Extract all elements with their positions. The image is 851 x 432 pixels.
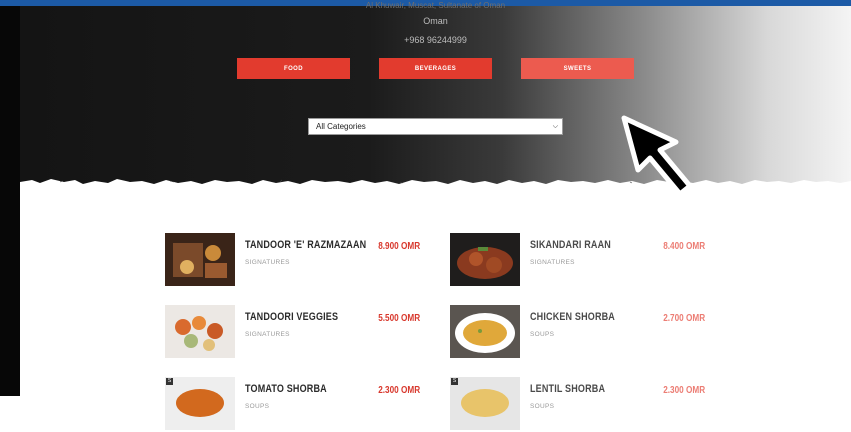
dish-category: SIGNATURES [245,259,290,266]
menu-item[interactable]: TANDOORI VEGGIES SIGNATURES 5.500 OMR [165,305,435,360]
dish-name: SIKANDARI RAAN [530,239,611,251]
dish-category: SIGNATURES [245,331,290,338]
arrow-cursor-icon [621,115,693,197]
left-edge-bar [0,6,20,396]
sweets-category-button[interactable]: SWEETS [521,58,634,79]
dish-category: SOUPS [245,403,270,410]
dish-category: SIGNATURES [530,259,575,266]
address-text: Al Khuwair, Muscat, Sultanate of Oman [365,1,506,10]
dish-name: CHICKEN SHORBA [530,311,615,323]
dish-price: 8.900 OMR [378,241,420,252]
beverages-category-button[interactable]: BEVERAGES [379,58,492,79]
veg-badge: S [166,378,173,385]
menu-item[interactable]: SIKANDARI RAAN SIGNATURES 8.400 OMR [450,233,720,288]
dish-name: TANDOORI VEGGIES [245,311,339,323]
dish-image [450,305,520,358]
dish-category: SOUPS [530,403,555,410]
dish-name: LENTIL SHORBA [530,383,606,395]
dish-price: 8.400 OMR [663,241,705,252]
dish-image: S [165,377,235,430]
country-text: Oman [423,16,448,26]
dish-price: 2.700 OMR [663,313,705,324]
dish-name: TANDOOR 'E' RAZMAZAAN [245,239,367,251]
category-filter-select[interactable]: All Categories ⌵ [308,118,563,135]
dish-price: 2.300 OMR [663,385,705,396]
food-category-button[interactable]: FOOD [237,58,350,79]
category-filter-value: All Categories [316,122,366,131]
dish-name: TOMATO SHORBA [245,383,327,395]
menu-item[interactable]: TANDOOR 'E' RAZMAZAAN SIGNATURES 8.900 O… [165,233,435,288]
dish-category: SOUPS [530,331,555,338]
dish-image: S [450,377,520,430]
dish-image [165,305,235,358]
phone-text[interactable]: +968 96244999 [20,35,851,45]
veg-badge: S [451,378,458,385]
chevron-down-icon: ⌵ [552,123,558,130]
dish-price: 5.500 OMR [378,313,420,324]
menu-item[interactable]: S TOMATO SHORBA SOUPS 2.300 OMR [165,377,435,432]
dish-price: 2.300 OMR [378,385,420,396]
menu-item[interactable]: CHICKEN SHORBA SOUPS 2.700 OMR [450,305,720,360]
dish-image [450,233,520,286]
dish-image [165,233,235,286]
menu-item[interactable]: S LENTIL SHORBA SOUPS 2.300 OMR [450,377,720,432]
